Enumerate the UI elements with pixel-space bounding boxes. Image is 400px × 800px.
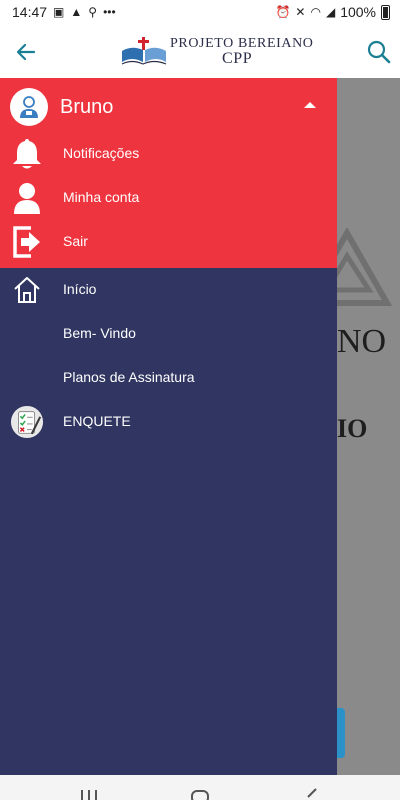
drawer-item-label: Início [63, 281, 97, 297]
search-icon [367, 40, 391, 64]
more-notifications-icon: ••• [103, 5, 116, 19]
survey-icon [10, 404, 44, 440]
app-logo: PROJETO BEREIANO CPP [120, 34, 320, 70]
drawer-item-label: Bem- Vindo [63, 325, 136, 341]
background-button [337, 708, 345, 758]
bell-icon [10, 136, 44, 172]
drawer-item-bem-vindo[interactable]: Bem- Vindo [0, 314, 337, 354]
collapse-account-button[interactable] [300, 98, 320, 112]
status-bar: 14:47 ▣ ▲ ⚲ ••• ⏰ ✕ ◠ ◢ 100% [0, 0, 400, 24]
drawer-item-label: ENQUETE [63, 413, 131, 429]
drawer-item-notificacoes[interactable]: Notificações [0, 134, 337, 174]
logo-watermark-icon [337, 228, 393, 306]
avatar[interactable] [10, 88, 48, 126]
recent-apps-icon[interactable] [79, 788, 99, 800]
drawer-item-label: Notificações [63, 145, 140, 161]
navigation-drawer: Bruno Notificações Minha conta Sair Iníc… [0, 78, 337, 775]
home-button-icon[interactable] [190, 788, 210, 800]
drawer-item-label: Sair [63, 233, 88, 249]
warning-icon: ▲ [70, 5, 83, 19]
system-navigation-bar [0, 775, 400, 800]
back-nav-icon[interactable] [302, 788, 322, 800]
caret-up-icon [304, 102, 316, 108]
dimmed-background[interactable]: NO IO [337, 78, 400, 775]
signal-icon: ◢ [325, 5, 336, 19]
usb-icon: ⚲ [88, 5, 98, 19]
arrow-left-icon [16, 43, 36, 61]
drawer-item-planos-de-assinatura[interactable]: Planos de Assinatura [0, 358, 337, 398]
alarm-icon: ⏰ [275, 5, 291, 19]
drawer-item-inicio[interactable]: Início [0, 270, 337, 310]
drawer-header: Bruno Notificações Minha conta Sair [0, 78, 337, 268]
user-avatar-icon [20, 96, 38, 118]
wifi-icon: ◠ [310, 5, 321, 19]
open-book-cross-icon [121, 37, 167, 65]
battery-level: 100% [340, 4, 376, 20]
mute-icon: ✕ [295, 5, 306, 19]
search-button[interactable] [364, 37, 394, 67]
battery-icon [381, 4, 390, 20]
drawer-item-minha-conta[interactable]: Minha conta [0, 178, 337, 218]
drawer-item-label: Minha conta [63, 189, 140, 205]
status-time: 14:47 [12, 4, 48, 20]
logout-icon [10, 224, 44, 260]
background-subtitle-fragment: IO [337, 414, 368, 443]
app-bar: PROJETO BEREIANO CPP [0, 24, 400, 78]
image-notification-icon: ▣ [53, 5, 65, 19]
back-button[interactable] [12, 38, 40, 66]
drawer-item-enquete[interactable]: ENQUETE [0, 402, 337, 442]
drawer-item-label: Planos de Assinatura [63, 369, 195, 385]
logo-subtitle: CPP [222, 50, 253, 67]
drawer-username[interactable]: Bruno [60, 96, 113, 119]
home-icon [10, 272, 44, 308]
drawer-item-sair[interactable]: Sair [0, 222, 337, 262]
background-title-fragment: NO [337, 323, 387, 360]
person-icon [10, 180, 44, 216]
